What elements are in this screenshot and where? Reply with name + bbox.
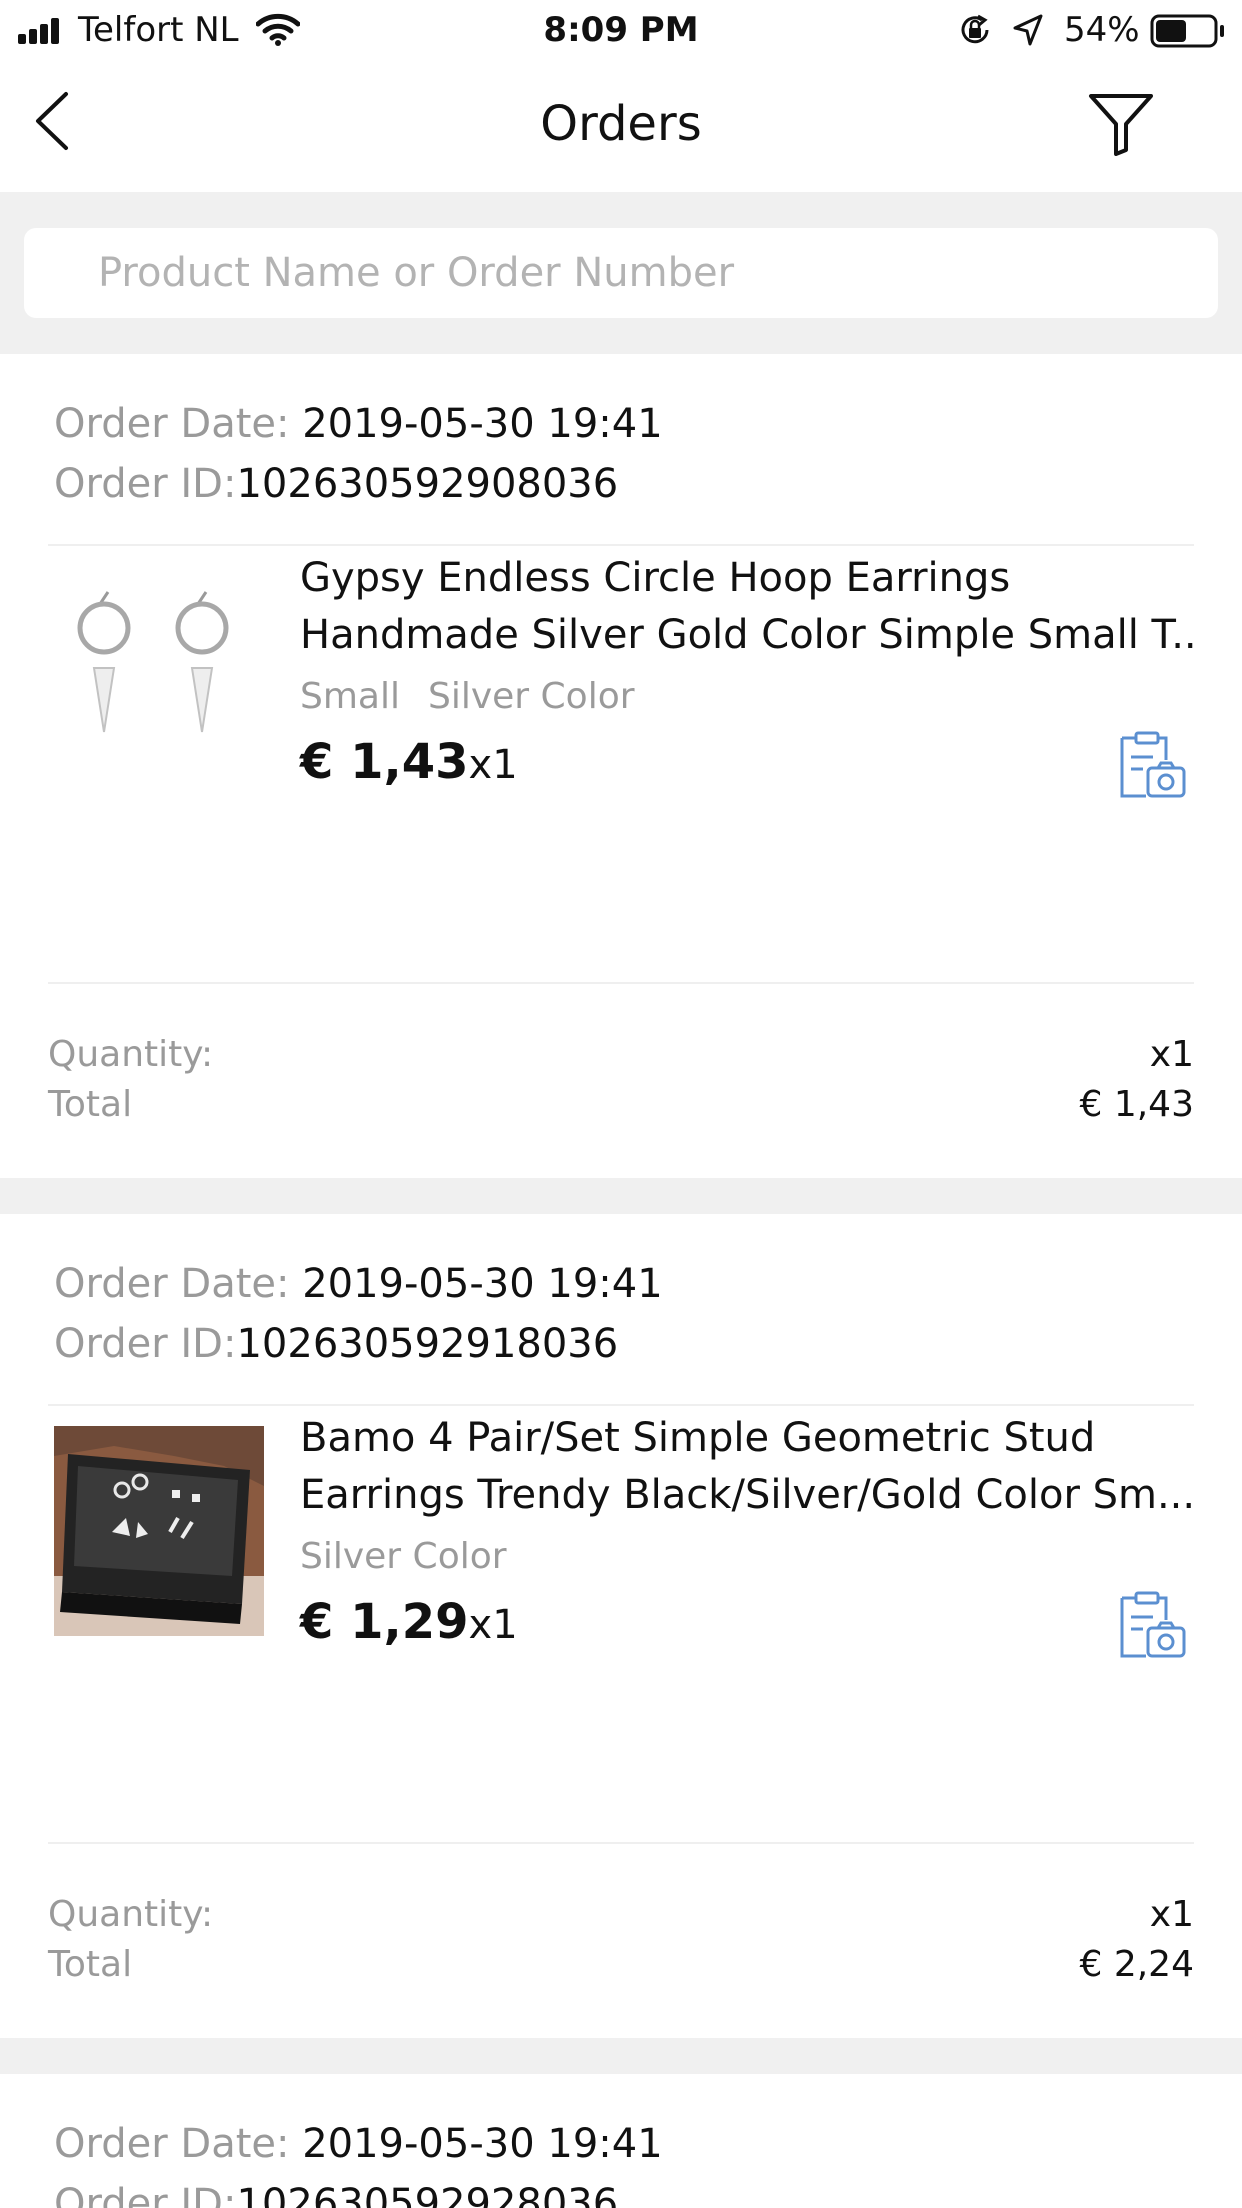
product-title-line-1: Gypsy Endless Circle Hoop Earrings — [300, 555, 1011, 601]
order-id-line: Order ID:102630592928036 — [54, 2174, 663, 2208]
variant-size: Small — [300, 676, 400, 717]
order-card[interactable]: Order Date: 2019-05-30 19:41 Order ID:10… — [0, 354, 1242, 1178]
order-card[interactable]: Order Date: 2019-05-30 19:41 Order ID:10… — [0, 2074, 1242, 2208]
order-id: 102630592908036 — [236, 461, 619, 507]
product-title[interactable]: Bamo 4 Pair/Set Simple Geometric Stud Ea… — [300, 1410, 1200, 1524]
order-id-line: Order ID:102630592908036 — [54, 454, 663, 514]
order-id: 102630592918036 — [236, 1321, 619, 1367]
order-header: Order Date: 2019-05-30 19:41 Order ID:10… — [54, 1254, 663, 1374]
order-date-label: Order Date: — [54, 1261, 303, 1307]
total-label: Total — [48, 1084, 133, 1125]
order-date-line: Order Date: 2019-05-30 19:41 — [54, 2114, 663, 2174]
order-id-label: Order ID: — [54, 2181, 237, 2208]
divider — [48, 544, 1194, 546]
total-value: € 2,24 — [1079, 1944, 1194, 1985]
variant-color: Silver Color — [300, 1536, 507, 1577]
photo-evidence-icon[interactable] — [1116, 1590, 1188, 1662]
divider — [48, 1842, 1194, 1844]
product-title-line-1: Bamo 4 Pair/Set Simple Geometric Stud — [300, 1415, 1096, 1461]
orientation-lock-icon — [961, 14, 989, 44]
order-header: Order Date: 2019-05-30 19:41 Order ID:10… — [54, 2114, 663, 2208]
battery-percent: 54% — [1064, 10, 1140, 50]
order-id-line: Order ID:102630592918036 — [54, 1314, 663, 1374]
product-price-line: € 1,43x1 — [300, 734, 518, 790]
search-input[interactable] — [24, 228, 1218, 318]
status-bar: Telfort NL 8:09 PM 54% — [0, 0, 1242, 62]
order-date-label: Order Date: — [54, 2121, 303, 2167]
product-price: € 1,43 — [300, 734, 469, 790]
order-card[interactable]: Order Date: 2019-05-30 19:41 Order ID:10… — [0, 1214, 1242, 2038]
product-variant: Small Silver Color — [300, 676, 635, 717]
product-qty: x1 — [468, 1602, 518, 1648]
product-price-line: € 1,29x1 — [300, 1594, 518, 1650]
order-date-line: Order Date: 2019-05-30 19:41 — [54, 1254, 663, 1314]
hoop-earrings-product-image[interactable] — [54, 566, 264, 776]
product-title-line-2: Earrings Trendy Black/Silver/Gold Color … — [300, 1472, 1196, 1518]
order-date: 2019-05-30 19:41 — [302, 2121, 663, 2167]
filter-icon[interactable] — [1088, 92, 1154, 156]
product-title-line-2: Handmade Silver Gold Color Simple Small … — [300, 612, 1200, 658]
navigation-bar: Orders — [0, 62, 1242, 192]
photo-evidence-icon[interactable] — [1116, 730, 1188, 802]
order-date: 2019-05-30 19:41 — [302, 401, 663, 447]
product-variant: Silver Color — [300, 1536, 507, 1577]
quantity-value: x1 — [1149, 1894, 1194, 1935]
order-date-line: Order Date: 2019-05-30 19:41 — [54, 394, 663, 454]
total-value: € 1,43 — [1079, 1084, 1194, 1125]
order-date-label: Order Date: — [54, 401, 303, 447]
quantity-value: x1 — [1149, 1034, 1194, 1075]
divider — [48, 1404, 1194, 1406]
location-icon — [1013, 14, 1043, 46]
page-title: Orders — [540, 96, 702, 152]
stud-earrings-box-product-image[interactable] — [54, 1426, 264, 1636]
quantity-label: Quantity: — [48, 1034, 214, 1075]
order-id-label: Order ID: — [54, 461, 237, 507]
clock: 8:09 PM — [543, 10, 699, 50]
order-date: 2019-05-30 19:41 — [302, 1261, 663, 1307]
search-bar — [0, 192, 1242, 354]
order-header: Order Date: 2019-05-30 19:41 Order ID:10… — [54, 394, 663, 514]
order-id: 102630592928036 — [236, 2181, 619, 2208]
product-price: € 1,29 — [300, 1594, 469, 1650]
variant-color: Silver Color — [427, 676, 635, 717]
product-title[interactable]: Gypsy Endless Circle Hoop Earrings Handm… — [300, 550, 1200, 664]
total-label: Total — [48, 1944, 133, 1985]
divider — [48, 982, 1194, 984]
orders-screen: Telfort NL 8:09 PM 54% Orders Product Na… — [0, 0, 1242, 2208]
product-qty: x1 — [468, 742, 518, 788]
order-id-label: Order ID: — [54, 1321, 237, 1367]
battery-icon — [1150, 14, 1224, 48]
quantity-label: Quantity: — [48, 1894, 214, 1935]
